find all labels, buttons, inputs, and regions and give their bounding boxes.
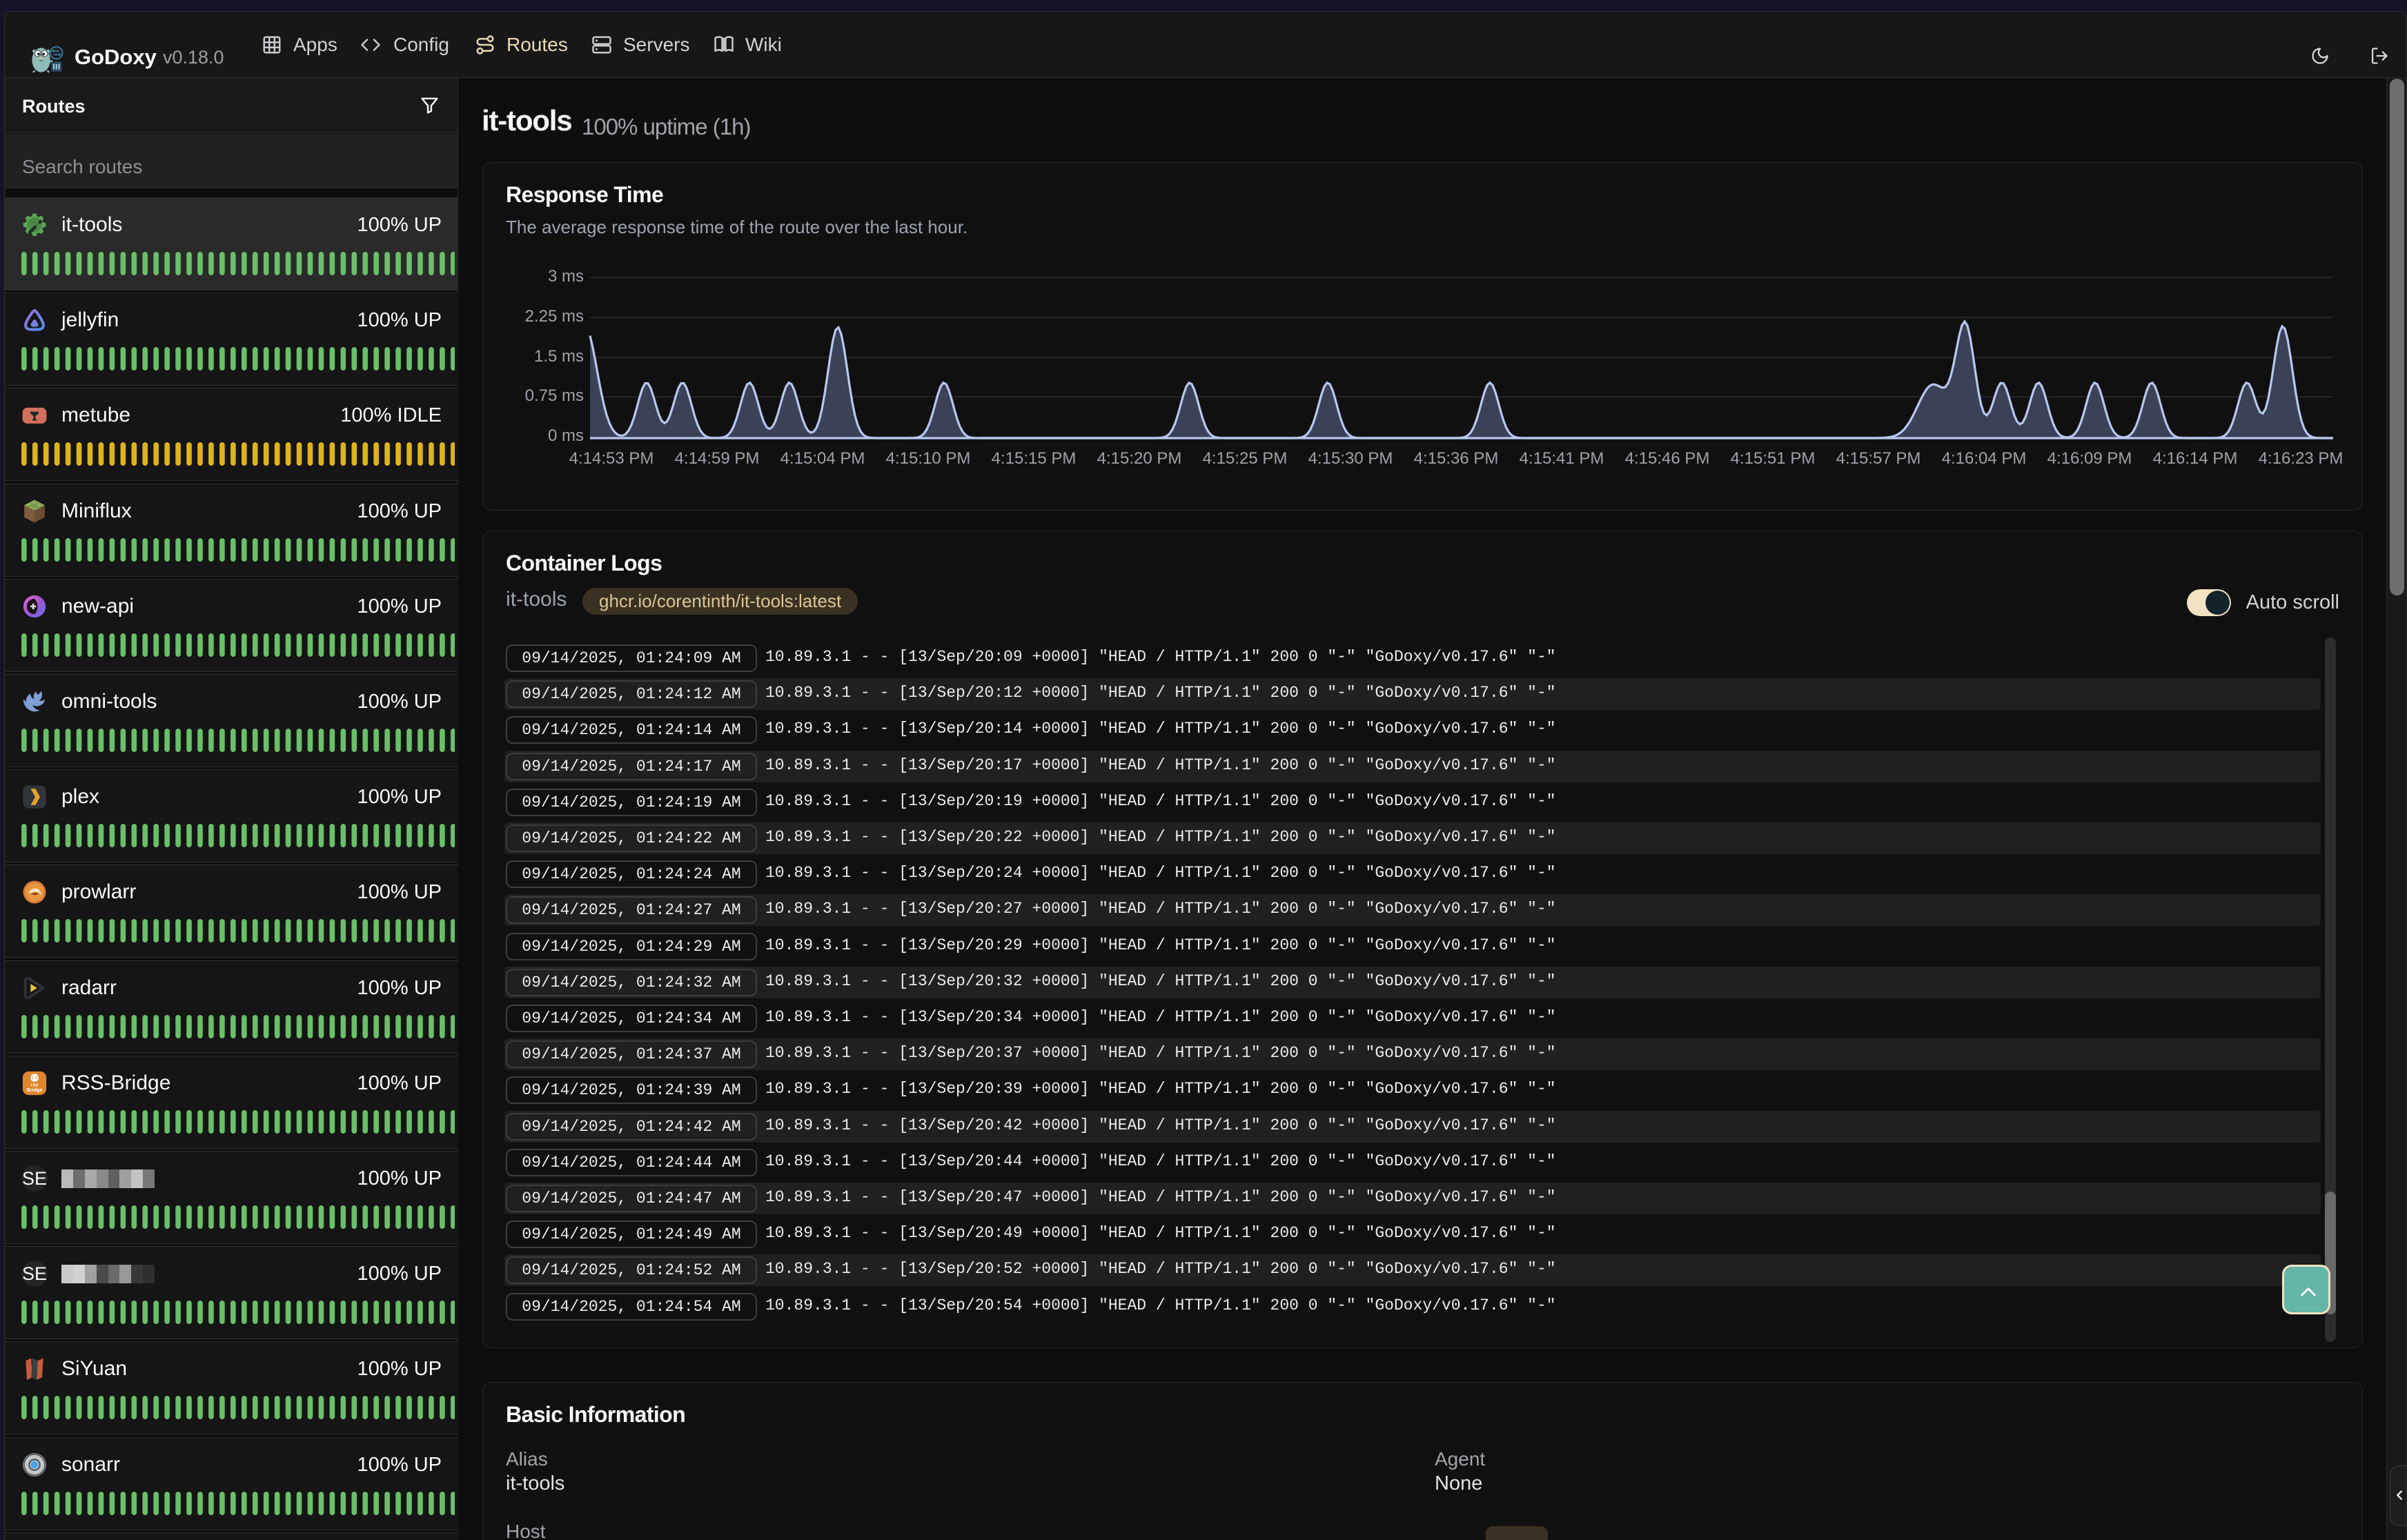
svg-text:Bridge: Bridge bbox=[26, 1087, 42, 1093]
